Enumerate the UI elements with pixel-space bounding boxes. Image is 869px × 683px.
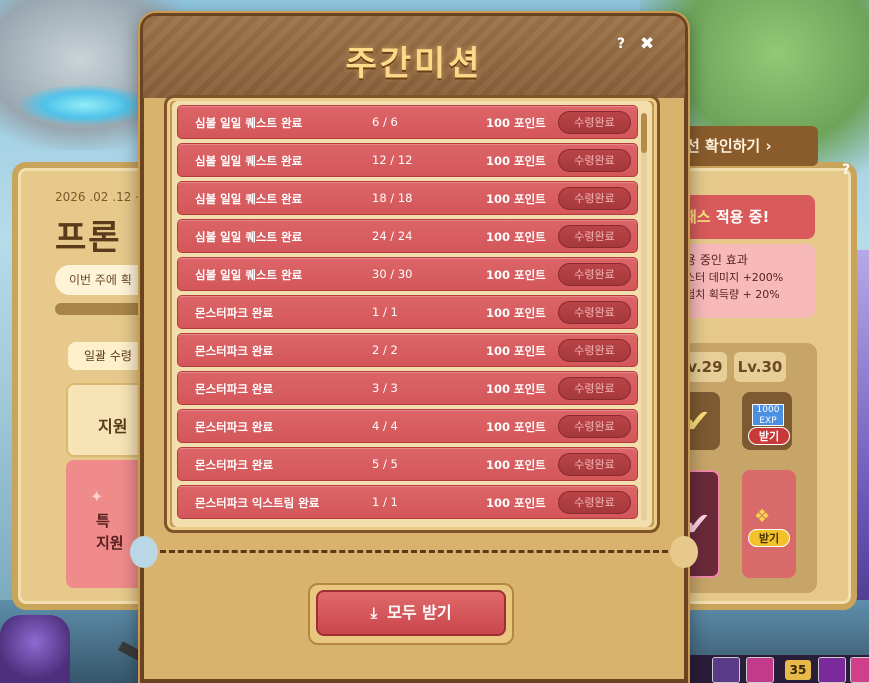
mission-progress: 5 / 5	[372, 457, 398, 471]
level-30-header: Lv.30	[734, 352, 786, 382]
hud-level-counter: 35	[785, 660, 811, 680]
mission-row: 심볼 일일 퀘스트 완료 24 / 24 100 포인트 수령완료	[177, 219, 638, 253]
mission-points: 100 포인트	[486, 496, 546, 510]
effect-exp: 험치 획득량 + 20%	[685, 288, 780, 301]
mission-points: 100 포인트	[486, 268, 546, 282]
claimed-button[interactable]: 수령완료	[558, 377, 631, 400]
mission-name: 몬스터파크 완료	[195, 458, 274, 472]
mission-row: 심볼 일일 퀘스트 완료 12 / 12 100 포인트 수령완료	[177, 143, 638, 177]
ticket-divider	[160, 550, 668, 553]
mission-progress: 18 / 18	[372, 191, 413, 205]
skill-slot[interactable]	[850, 657, 869, 683]
mission-row: 몬스터파크 완료 3 / 3 100 포인트 수령완료	[177, 371, 638, 405]
mission-progress: 12 / 12	[372, 153, 413, 167]
claimed-button[interactable]: 수령완료	[558, 225, 631, 248]
pass-status: 적용 중!	[710, 208, 770, 226]
player-character	[0, 615, 70, 683]
mission-name: 심볼 일일 퀘스트 완료	[195, 116, 303, 130]
active-effects-panel: 용 중인 효과 스터 데미지 +200% 험치 획득량 + 20%	[683, 244, 815, 318]
mission-name: 심볼 일일 퀘스트 완료	[195, 192, 303, 206]
claimed-button[interactable]: 수령완료	[558, 263, 631, 286]
mission-points: 100 포인트	[486, 306, 546, 320]
claimed-button[interactable]: 수령완료	[558, 301, 631, 324]
claimed-button[interactable]: 수령완료	[558, 187, 631, 210]
claim-reward-button[interactable]: 받기	[748, 427, 790, 445]
mission-points: 100 포인트	[486, 458, 546, 472]
mission-name: 심볼 일일 퀘스트 완료	[195, 154, 303, 168]
mission-progress: 4 / 4	[372, 419, 398, 433]
special-support-card[interactable]: 특 지원	[66, 460, 151, 588]
mission-name: 몬스터파크 완료	[195, 306, 274, 320]
check-icon: ✔	[684, 402, 711, 440]
ticket-notch-left	[130, 536, 158, 568]
mission-check-link[interactable]: 선 확인하기 ›	[684, 126, 818, 166]
mission-points: 100 포인트	[486, 420, 546, 434]
special-support-line1: 특	[96, 512, 110, 530]
level-29-header: v.29	[683, 352, 727, 382]
help-icon[interactable]: ?	[617, 36, 631, 54]
effect-damage: 스터 데미지 +200%	[685, 271, 784, 284]
claim-all-label: 모두 받기	[387, 603, 452, 622]
mission-row: 몬스터파크 완료 2 / 2 100 포인트 수령완료	[177, 333, 638, 367]
mission-name: 몬스터파크 완료	[195, 420, 274, 434]
mission-row: 몬스터파크 완료 5 / 5 100 포인트 수령완료	[177, 447, 638, 481]
exp-amount: 1000	[756, 405, 780, 415]
mission-name: 심볼 일일 퀘스트 완료	[195, 230, 303, 244]
mission-points: 100 포인트	[486, 382, 546, 396]
skill-slot[interactable]	[746, 657, 774, 683]
mission-progress: 1 / 1	[372, 495, 398, 509]
special-support-line2: 지원	[96, 534, 124, 552]
mission-points: 100 포인트	[486, 154, 546, 168]
mission-row: 몬스터파크 익스트림 완료 1 / 1 100 포인트 수령완료	[177, 485, 638, 519]
scrollbar-thumb[interactable]	[641, 113, 647, 153]
close-icon[interactable]: ✖	[640, 34, 656, 54]
mission-progress: 30 / 30	[372, 267, 413, 281]
download-icon: ⤓	[370, 604, 378, 622]
mission-points: 100 포인트	[486, 192, 546, 206]
ticket-notch-right	[670, 536, 698, 568]
claim-premium-reward-button[interactable]: 받기	[748, 529, 790, 547]
mission-list-scrollbar[interactable]	[641, 113, 647, 521]
sparkle-icon: ✦	[90, 487, 104, 506]
mission-row: 몬스터파크 완료 4 / 4 100 포인트 수령완료	[177, 409, 638, 443]
modal-title: 주간미션	[345, 44, 483, 84]
effects-title: 용 중인 효과	[685, 253, 748, 267]
exp-reward-icon: 1000 EXP	[752, 404, 784, 426]
mission-name: 몬스터파크 익스트림 완료	[195, 496, 320, 510]
mission-row: 심볼 일일 퀘스트 완료 30 / 30 100 포인트 수령완료	[177, 257, 638, 291]
claimed-button[interactable]: 수령완료	[558, 415, 631, 438]
help-icon[interactable]: ?	[842, 162, 850, 178]
gift-icon: ❖	[754, 506, 771, 527]
background-glow	[20, 85, 150, 125]
mission-row: 심볼 일일 퀘스트 완료 6 / 6 100 포인트 수령완료	[177, 105, 638, 139]
mission-name: 심볼 일일 퀘스트 완료	[195, 268, 303, 282]
mission-progress: 24 / 24	[372, 229, 413, 243]
claimed-button[interactable]: 수령완료	[558, 453, 631, 476]
claimed-button[interactable]: 수령완료	[558, 111, 631, 134]
mission-points: 100 포인트	[486, 230, 546, 244]
support-card[interactable]: 지원	[66, 383, 151, 457]
claimed-button[interactable]: 수령완료	[558, 339, 631, 362]
event-title: 프론	[55, 218, 122, 258]
bulk-claim-tab[interactable]: 일괄 수령	[68, 342, 148, 370]
mission-progress: 3 / 3	[372, 381, 398, 395]
mission-progress: 1 / 1	[372, 305, 398, 319]
mission-progress: 2 / 2	[372, 343, 398, 357]
pass-status-banner: 패스 적용 중!	[683, 195, 815, 239]
mission-name: 몬스터파크 완료	[195, 382, 274, 396]
skill-slot[interactable]	[712, 657, 740, 683]
exp-label: EXP	[759, 416, 777, 426]
mission-row: 몬스터파크 완료 1 / 1 100 포인트 수령완료	[177, 295, 638, 329]
mission-points: 100 포인트	[486, 116, 546, 130]
mission-name: 몬스터파크 완료	[195, 344, 274, 358]
mission-row: 심볼 일일 퀘스트 완료 18 / 18 100 포인트 수령완료	[177, 181, 638, 215]
skill-slot[interactable]	[818, 657, 846, 683]
claim-all-button[interactable]: ⤓ 모두 받기	[316, 590, 506, 636]
mission-points: 100 포인트	[486, 344, 546, 358]
claimed-button[interactable]: 수령완료	[558, 149, 631, 172]
mission-progress: 6 / 6	[372, 115, 398, 129]
claimed-button[interactable]: 수령완료	[558, 491, 631, 514]
